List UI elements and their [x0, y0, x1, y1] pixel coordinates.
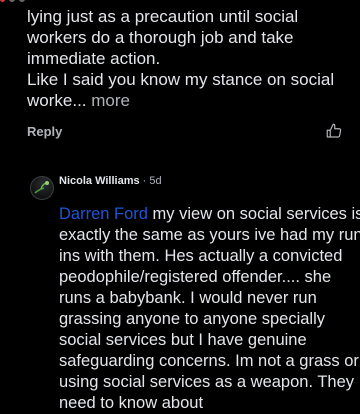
reply-button[interactable]: Reply [27, 124, 62, 139]
comment-body: lying just as a precaution until social … [27, 6, 347, 111]
reaction-dots [0, 0, 25, 2]
avatar[interactable] [30, 176, 54, 200]
mention-link[interactable]: Darren Ford [59, 205, 148, 223]
separator: · [139, 175, 150, 187]
comment-text: lying just as a precaution until social … [27, 7, 335, 110]
author-name[interactable]: Nicola Williams [59, 175, 140, 187]
thumbs-up-icon[interactable] [325, 122, 343, 140]
comment-action-row: Reply [27, 121, 343, 141]
avatar-plant-icon [34, 181, 49, 194]
timestamp: 5d [149, 175, 162, 187]
red-dot-icon [0, 0, 5, 2]
grey-dot-icon [9, 0, 15, 2]
reply-author-line: Nicola Williams · 5d [59, 175, 162, 187]
reply-text-body: my view on social services is exactly th… [59, 205, 360, 412]
reply-text: Darren Ford my view on social services i… [59, 204, 360, 414]
grey-dot-icon [19, 0, 25, 2]
see-more-link[interactable]: more [91, 91, 130, 110]
